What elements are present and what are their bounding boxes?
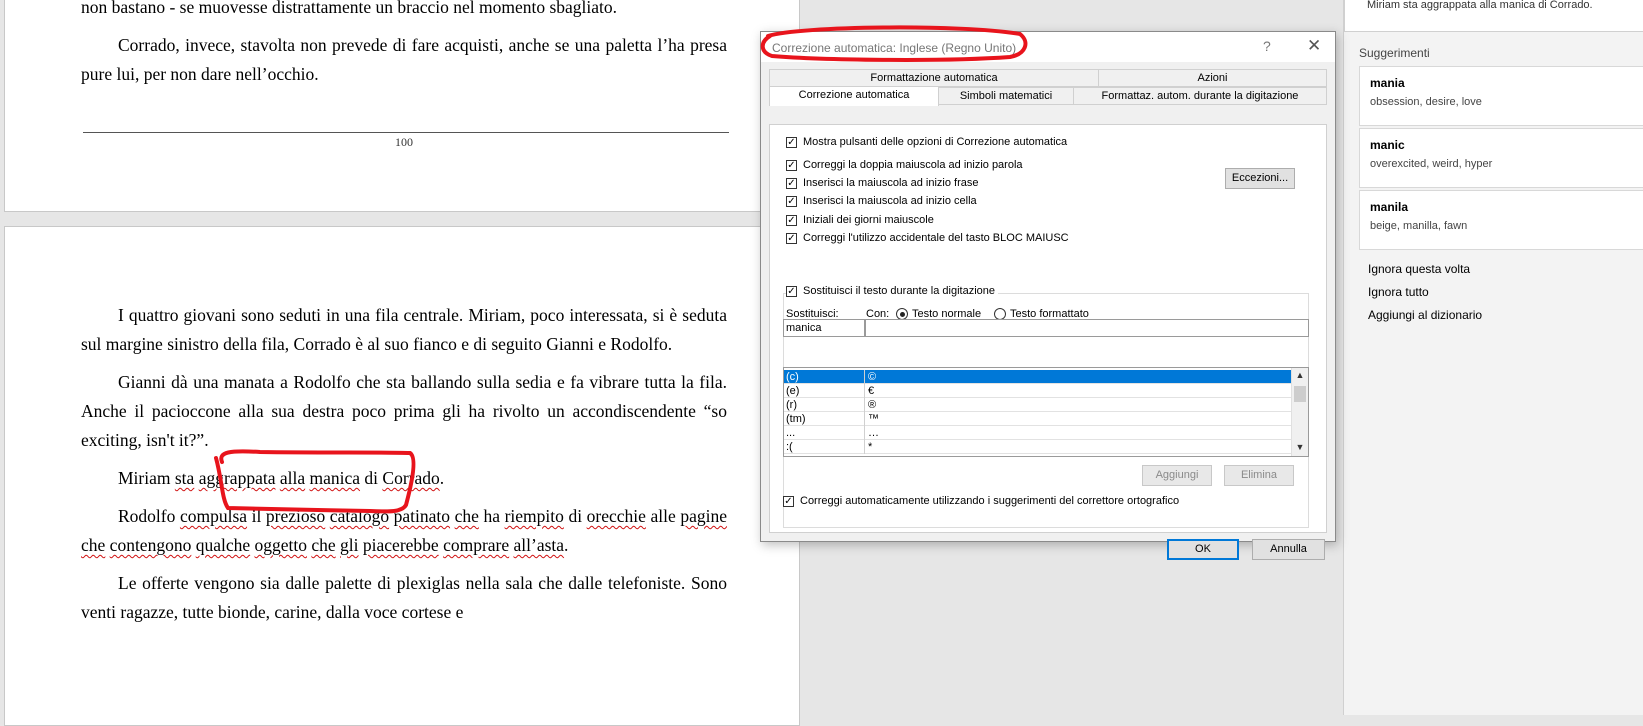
ignore-all-button[interactable]: Ignora tutto xyxy=(1368,285,1429,299)
editor-pane: Miriam sta aggrappata alla manica di Cor… xyxy=(1343,0,1643,715)
ok-button[interactable]: OK xyxy=(1167,539,1239,560)
delete-button[interactable]: Elimina xyxy=(1224,465,1294,486)
list-scrollbar[interactable]: ▲ ▼ xyxy=(1291,368,1308,456)
tab-formattaz-autom-digitazione[interactable]: Formattaz. autom. durante la digitazione xyxy=(1073,87,1327,105)
context-sentence: Miriam sta aggrappata alla manica di Cor… xyxy=(1344,0,1643,32)
checkbox-checked-icon: ✓ xyxy=(783,496,794,507)
dialog-title: Correzione automatica: Inglese (Regno Un… xyxy=(772,41,1016,55)
tab-formattazione-automatica[interactable]: Formattazione automatica xyxy=(769,69,1099,87)
checkbox-checked-icon: ✓ xyxy=(786,137,797,148)
paragraph-misspelled: Rodolfo compulsa il prezioso catalogo pa… xyxy=(81,502,727,560)
paragraph: Corrado, invece, stavolta non prevede di… xyxy=(81,31,727,89)
tab-azioni[interactable]: Azioni xyxy=(1098,69,1327,87)
document-page-100: non bastano - se muovesse distrattamente… xyxy=(4,0,800,212)
page-text[interactable]: non bastano - se muovesse distrattamente… xyxy=(81,0,727,98)
paragraph: I quattro giovani sono seduti in una fil… xyxy=(81,301,727,359)
autocorrect-list[interactable]: (c)© (e)€ (r)® (tm)™ ...… :(* ▲ ▼ xyxy=(783,367,1309,457)
document-page-101: I quattro giovani sono seduti in una fil… xyxy=(4,226,800,726)
list-item[interactable]: (e)€ xyxy=(784,384,1292,398)
with-input[interactable] xyxy=(865,319,1309,337)
paragraph: Le offerte vengono sia dalle palette di … xyxy=(81,569,727,627)
capitalize-sentence-checkbox[interactable]: ✓Inserisci la maiuscola ad inizio frase xyxy=(786,177,978,189)
cancel-button[interactable]: Annulla xyxy=(1252,539,1325,560)
replace-while-typing-checkbox[interactable]: ✓Sostituisci il testo durante la digitaz… xyxy=(786,285,998,297)
page-number: 100 xyxy=(395,135,413,150)
tab-simboli-matematici[interactable]: Simboli matematici xyxy=(938,87,1074,105)
checkbox-checked-icon: ✓ xyxy=(786,233,797,244)
correct-two-initial-capitals-checkbox[interactable]: ✓Correggi la doppia maiuscola ad inizio … xyxy=(786,159,1023,171)
caps-lock-checkbox[interactable]: ✓Correggi l'utilizzo accidentale del tas… xyxy=(786,232,1069,244)
capitalize-days-checkbox[interactable]: ✓Iniziali dei giorni maiuscole xyxy=(786,214,934,226)
add-to-dictionary-button[interactable]: Aggiungi al dizionario xyxy=(1368,308,1482,322)
suggestion-manila[interactable]: manila beige, manilla, fawn ▾ xyxy=(1359,190,1643,250)
auto-spell-suggestions-checkbox[interactable]: ✓Correggi automaticamente utilizzando i … xyxy=(783,495,1179,507)
list-item[interactable]: ...… xyxy=(784,426,1292,440)
checkbox-checked-icon: ✓ xyxy=(786,286,797,297)
paragraph: non bastano - se muovesse distrattamente… xyxy=(81,0,727,22)
checkbox-checked-icon: ✓ xyxy=(786,160,797,171)
tab-correzione-automatica[interactable]: Correzione automatica xyxy=(769,86,939,106)
autocorrect-dialog: Correzione automatica: Inglese (Regno Un… xyxy=(760,31,1336,542)
add-button[interactable]: Aggiungi xyxy=(1142,465,1212,486)
list-item[interactable]: (r)® xyxy=(784,398,1292,412)
suggestions-heading: Suggerimenti xyxy=(1359,46,1430,60)
paragraph: Gianni dà una manata a Rodolfo che sta b… xyxy=(81,368,727,455)
checkbox-checked-icon: ✓ xyxy=(786,215,797,226)
help-icon[interactable]: ? xyxy=(1263,38,1271,54)
list-item[interactable]: :(* xyxy=(784,440,1292,454)
scroll-up-icon[interactable]: ▲ xyxy=(1292,370,1308,380)
list-item[interactable]: (tm)™ xyxy=(784,412,1292,426)
list-item[interactable]: (c)© xyxy=(784,370,1292,384)
paragraph-misspelled: Miriam sta aggrappata alla manica di Cor… xyxy=(81,464,727,493)
scroll-thumb[interactable] xyxy=(1294,386,1306,402)
misspelled-word-manica[interactable]: manica xyxy=(309,468,360,488)
suggestion-mania[interactable]: mania obsession, desire, love ▾ xyxy=(1359,66,1643,126)
replace-input[interactable]: manica xyxy=(783,319,865,337)
footer-line xyxy=(83,132,729,133)
checkbox-checked-icon: ✓ xyxy=(786,178,797,189)
page-text[interactable]: I quattro giovani sono seduti in una fil… xyxy=(81,301,727,636)
capitalize-cell-checkbox[interactable]: ✓Inserisci la maiuscola ad inizio cella xyxy=(786,195,977,207)
title-bar[interactable]: Correzione automatica: Inglese (Regno Un… xyxy=(761,32,1335,62)
show-option-buttons-checkbox[interactable]: ✓Mostra pulsanti delle opzioni di Correz… xyxy=(786,136,1067,148)
ignore-once-button[interactable]: Ignora questa volta xyxy=(1368,262,1470,276)
suggestion-manic[interactable]: manic overexcited, weird, hyper ▾ xyxy=(1359,128,1643,188)
checkbox-checked-icon: ✓ xyxy=(786,196,797,207)
scroll-down-icon[interactable]: ▼ xyxy=(1292,442,1308,452)
close-icon[interactable]: ✕ xyxy=(1307,36,1321,56)
exceptions-button[interactable]: Eccezioni... xyxy=(1225,168,1295,189)
